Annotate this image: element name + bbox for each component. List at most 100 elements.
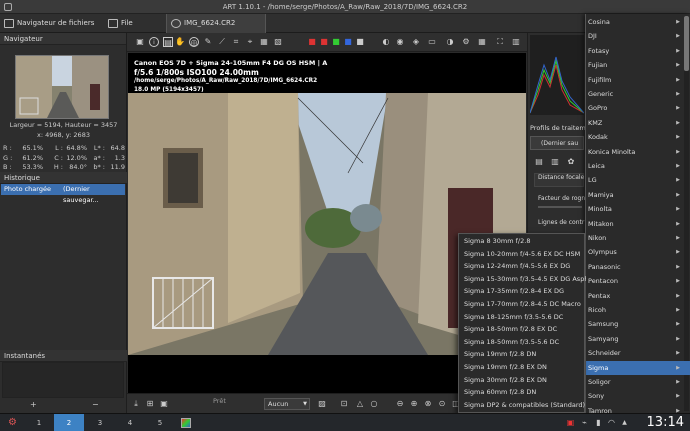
brand-menu-item[interactable]: GoPro ▶ (586, 101, 690, 115)
add-snapshot-button[interactable]: + (30, 400, 37, 409)
preview-r-icon[interactable]: ▨ (317, 399, 327, 409)
clip-b-icon[interactable]: ■ (343, 37, 353, 47)
lens-menu-item[interactable]: Sigma 12-24mm f/4.5-5.6 EX DG (459, 260, 586, 273)
remove-snapshot-button[interactable]: − (92, 400, 99, 409)
lens-menu-item[interactable]: Sigma 17-35mm f/2.8-4 EX DG (459, 285, 586, 298)
copy-profile-icon[interactable]: ▤ (534, 157, 544, 167)
lens-menu-item[interactable]: Sigma 18-125mm f/3.5-5.6 DC (459, 311, 586, 324)
network-icon[interactable]: ⌁ (580, 418, 589, 427)
spot-icon[interactable]: ⌖ (245, 37, 255, 47)
zoom-out-icon[interactable]: ⊖ (395, 399, 405, 409)
lens-menu-item[interactable]: Sigma 15-30mm f/3.5-4.5 EX DG Aspherical (459, 273, 586, 286)
brand-menu-item[interactable]: Sigma ▶ (586, 360, 690, 375)
fullscreen-icon[interactable]: ⛶ (495, 37, 505, 47)
snapshots-list[interactable] (2, 362, 124, 398)
brand-menu-item[interactable]: Kodak ▶ (586, 130, 690, 144)
brand-menu-item[interactable]: Mitakon ▶ (586, 217, 690, 231)
lens-menu-item[interactable]: Sigma 19mm f/2.8 DN (459, 348, 586, 361)
panels-icon[interactable]: ▥ (511, 37, 521, 47)
crop-factor-slider[interactable] (538, 206, 582, 208)
notification-icon[interactable]: ▣ (566, 418, 575, 427)
desktop-2-button[interactable]: 2 (54, 414, 84, 431)
brand-menu-item[interactable]: Cosina ▶ (586, 15, 690, 29)
local-edit-icon[interactable]: ▦ (259, 37, 269, 47)
desktop-4-button[interactable]: 4 (115, 414, 145, 431)
start-menu-icon[interactable]: ⚙ (8, 417, 17, 429)
color-wheel-icon[interactable]: ✿ (566, 157, 576, 167)
brand-menu-item[interactable]: LG ▶ (586, 173, 690, 187)
brand-menu-item[interactable]: Fujifilm ▶ (586, 73, 690, 87)
lens-menu-item[interactable]: Sigma 30mm f/2.8 EX DN (459, 374, 586, 387)
lens-menu-item[interactable]: Sigma 19mm f/2.8 EX DN (459, 361, 586, 374)
brand-menu-item[interactable]: Samsung ▶ (586, 317, 690, 331)
circle-icon[interactable]: ○ (369, 399, 379, 409)
straighten-icon[interactable]: ⟋ (217, 37, 227, 47)
brand-menu-item[interactable]: Ricoh ▶ (586, 303, 690, 317)
brand-menu-item[interactable]: Schneider ▶ (586, 346, 690, 360)
before-after-icon[interactable]: ▤ (163, 37, 173, 47)
clip-g-icon[interactable]: ■ (331, 37, 341, 47)
brand-menu-item[interactable]: Mamiya ▶ (586, 188, 690, 202)
battery-icon[interactable]: ▮ (594, 418, 603, 427)
wifi-icon[interactable]: ◠ (607, 418, 616, 427)
lens-menu-item[interactable]: Sigma 17-70mm f/2.8-4.5 DC Macro (459, 298, 586, 311)
focus-mask-icon[interactable]: ◉ (395, 37, 405, 47)
brand-menu-item[interactable]: Pentacon ▶ (586, 274, 690, 288)
brand-menu-item[interactable]: Samyang ▶ (586, 332, 690, 346)
clip-highlight-icon[interactable]: ■ (307, 37, 317, 47)
brand-menu-item[interactable]: Soligor ▶ (586, 375, 690, 389)
save-icon[interactable]: ▣ (135, 37, 145, 47)
zoom-in-icon[interactable]: ⊕ (409, 399, 419, 409)
history-row[interactable]: Photo chargée (Dernier sauvegar... (1, 184, 125, 204)
brand-menu-item[interactable]: Leica ▶ (586, 159, 690, 173)
zoom-fit-icon[interactable]: ⊗ (423, 399, 433, 409)
lens-brand-menu[interactable]: Cosina ▶ DJI ▶ Fotasy ▶ Fujian ▶ Fujifilm ▶ Generi… (585, 14, 690, 429)
profile-select[interactable]: (Dernier sau (530, 136, 584, 150)
brand-menu-item[interactable]: DJI ▶ (586, 29, 690, 43)
tab-queue[interactable]: File d'attente (104, 14, 164, 46)
save-image-icon[interactable]: ⤓ (131, 399, 141, 409)
brand-menu-item[interactable]: Fotasy ▶ (586, 44, 690, 58)
desktop-5-button[interactable]: 5 (145, 414, 175, 431)
lens-menu-item[interactable]: Sigma DP2 & compatibles (Standard) (459, 399, 586, 412)
lens-menu-item[interactable]: Sigma 60mm f/2.8 DN (459, 386, 586, 399)
lens-menu-item[interactable]: Sigma 8 30mm f/2.8 (459, 235, 586, 248)
clip-r-icon[interactable]: ■ (319, 37, 329, 47)
brand-menu-item[interactable]: Fujian ▶ (586, 58, 690, 72)
hand-tool-icon[interactable]: ✋ (175, 37, 185, 47)
info-icon[interactable]: i (149, 37, 159, 47)
overlay-icon[interactable]: ▧ (273, 37, 283, 47)
paste-profile-icon[interactable]: ▥ (550, 157, 560, 167)
grid-icon[interactable]: ▦ (477, 37, 487, 47)
clip-l-icon[interactable]: ■ (355, 37, 365, 47)
color-mode-icon[interactable]: ◑ (445, 37, 455, 47)
zoom-100-icon[interactable]: ⊙ (437, 399, 447, 409)
zoom-tool-icon[interactable]: ◎ (189, 37, 199, 47)
lens-menu-item[interactable]: Sigma 10-20mm f/4-5.6 EX DC HSM (459, 248, 586, 261)
lens-menu-item[interactable]: Sigma 18-50mm f/3.5-5.6 DC (459, 336, 586, 349)
tab-editor[interactable]: IMG_6624.CR2 (166, 14, 266, 33)
monitor-profile-icon[interactable]: ▭ (427, 37, 437, 47)
sigma-lens-submenu[interactable]: Sigma 8 30mm f/2.8 Sigma 10-20mm f/4-5.6 … (458, 233, 586, 413)
tab-file-browser[interactable]: Navigateur de fichiers (22) (0, 14, 102, 46)
triangle-icon[interactable]: △ (355, 399, 365, 409)
brand-menu-item[interactable]: KMZ ▶ (586, 116, 690, 130)
navigator-thumbnail[interactable] (15, 55, 109, 119)
preview-mode-icon[interactable]: ◐ (381, 37, 391, 47)
desktop-3-button[interactable]: 3 (85, 414, 115, 431)
crop-icon[interactable]: ⌗ (231, 37, 241, 47)
settings-icon[interactable]: ⚙ (461, 37, 471, 47)
brand-menu-item[interactable]: Panasonic ▶ (586, 260, 690, 274)
brand-menu-item[interactable]: Nikon ▶ (586, 231, 690, 245)
gamut-icon[interactable]: ◈ (411, 37, 421, 47)
lens-menu-item[interactable]: Sigma 18-50mm f/2.8 EX DC (459, 323, 586, 336)
brand-menu-item[interactable]: Generic ▶ (586, 87, 690, 101)
color-picker-icon[interactable]: ✎ (203, 37, 213, 47)
lock-icon[interactable]: ⊡ (339, 399, 349, 409)
external-editor-icon[interactable]: ▣ (159, 399, 169, 409)
brand-menu-item[interactable]: Sony ▶ (586, 389, 690, 403)
brand-menu-item[interactable]: Pentax ▶ (586, 289, 690, 303)
desktop-1-button[interactable]: 1 (24, 414, 54, 431)
brand-menu-item[interactable]: Olympus ▶ (586, 245, 690, 259)
queue-add-icon[interactable]: ⊞ (145, 399, 155, 409)
